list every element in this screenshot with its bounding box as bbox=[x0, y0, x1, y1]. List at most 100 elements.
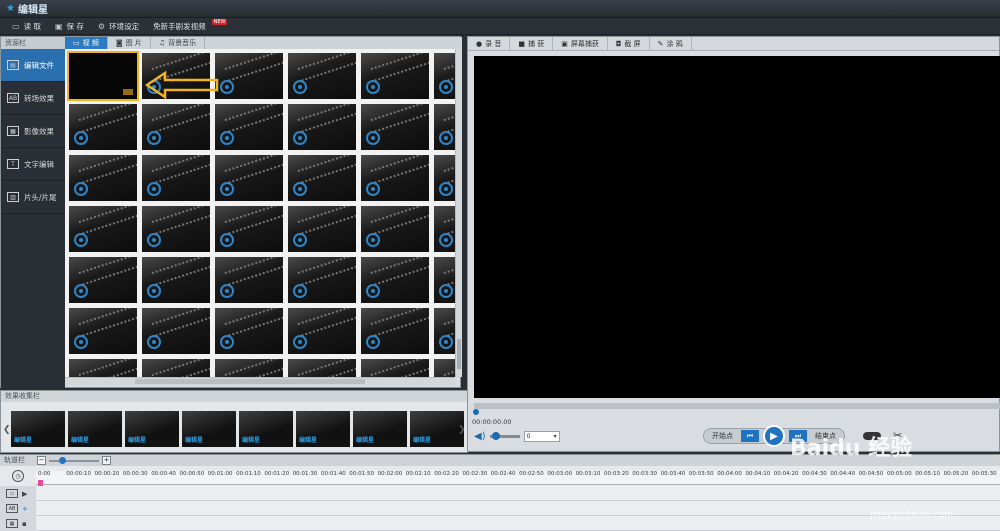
tab-video[interactable]: ▭ 视 频 bbox=[65, 37, 108, 49]
video-thumbnail[interactable] bbox=[361, 359, 429, 377]
video-thumbnail[interactable] bbox=[434, 308, 455, 354]
video-thumbnail[interactable] bbox=[434, 155, 455, 201]
film-strip-icon bbox=[443, 104, 455, 133]
video-thumbnail[interactable] bbox=[142, 206, 210, 252]
video-thumbnail[interactable] bbox=[142, 359, 210, 377]
horizontal-scrollbar[interactable] bbox=[65, 377, 455, 385]
effect-thumbnail[interactable]: 编辑星 bbox=[125, 411, 179, 447]
video-thumbnail[interactable] bbox=[69, 308, 137, 354]
video-thumbnail[interactable] bbox=[142, 257, 210, 303]
skip-back-icon[interactable]: ⏮ bbox=[741, 430, 759, 442]
video-thumbnail[interactable] bbox=[361, 308, 429, 354]
zoom-in-button[interactable]: + bbox=[102, 456, 111, 465]
play-icon[interactable]: ▶ bbox=[763, 425, 785, 447]
effect-thumbnail[interactable]: 编辑星 bbox=[11, 411, 65, 447]
effect-thumbnail[interactable]: 编辑星 bbox=[410, 411, 464, 447]
sidebar-item-intro-outro[interactable]: ▥ 片头/片尾 bbox=[1, 181, 65, 214]
video-thumbnail[interactable] bbox=[288, 104, 356, 150]
video-thumbnail[interactable] bbox=[142, 308, 210, 354]
video-thumbnail[interactable] bbox=[215, 206, 283, 252]
video-thumbnail[interactable] bbox=[361, 155, 429, 201]
video-thumbnail[interactable] bbox=[215, 155, 283, 201]
zoom-slider[interactable] bbox=[49, 456, 99, 464]
sidebar-item-text-edit[interactable]: T 文字编辑 bbox=[1, 148, 65, 181]
video-thumbnail[interactable] bbox=[69, 206, 137, 252]
speaker-icon[interactable]: ◀) bbox=[474, 431, 486, 442]
video-thumbnail[interactable] bbox=[69, 359, 137, 377]
video-thumbnail[interactable] bbox=[288, 155, 356, 201]
expand-icon[interactable]: ▶ bbox=[22, 490, 27, 498]
scroll-thumb[interactable] bbox=[135, 379, 365, 384]
selected-video-thumbnail[interactable] bbox=[67, 51, 139, 101]
menu-save-button[interactable]: ▣ 保 存 bbox=[55, 21, 84, 32]
film-reel-icon bbox=[74, 182, 88, 196]
screen-capture-button[interactable]: ▣ 屏幕捕获 bbox=[553, 36, 608, 51]
menu-open-button[interactable]: ▭ 读 取 bbox=[12, 21, 41, 32]
ruler-tick-label: 00:02:40 bbox=[490, 471, 516, 477]
video-thumbnail[interactable] bbox=[361, 206, 429, 252]
video-thumbnail[interactable] bbox=[69, 155, 137, 201]
video-thumbnail[interactable] bbox=[215, 308, 283, 354]
video-thumbnail[interactable] bbox=[361, 257, 429, 303]
effect-thumbnail[interactable]: 编辑星 bbox=[296, 411, 350, 447]
time-ruler[interactable]: 0:00 00:00:10 00:00:20 00:00:30 00:00:40 00:0… bbox=[36, 471, 1000, 485]
seek-bar[interactable] bbox=[474, 403, 1000, 409]
video-track[interactable] bbox=[37, 486, 1000, 501]
video-thumbnail[interactable] bbox=[434, 257, 455, 303]
scroll-thumb[interactable] bbox=[457, 339, 461, 369]
video-thumbnail[interactable] bbox=[434, 53, 455, 99]
chevron-left-icon[interactable]: ❮ bbox=[3, 425, 11, 435]
doodle-button[interactable]: ✎ 涂 鸦 bbox=[650, 36, 692, 51]
effect-thumbnail[interactable]: 编辑星 bbox=[353, 411, 407, 447]
screenshot-button[interactable]: ◘ 截 屏 bbox=[608, 36, 650, 51]
seek-handle[interactable] bbox=[473, 409, 479, 415]
video-thumbnail[interactable] bbox=[434, 206, 455, 252]
video-thumbnail[interactable] bbox=[215, 104, 283, 150]
ruler-tick-label: 00:04:30 bbox=[802, 471, 827, 477]
video-thumbnail[interactable] bbox=[215, 53, 283, 99]
video-thumbnail[interactable] bbox=[361, 104, 429, 150]
video-thumbnail[interactable] bbox=[69, 104, 137, 150]
video-thumbnail[interactable] bbox=[361, 53, 429, 99]
tab-image[interactable]: ◙ 图 片 bbox=[108, 37, 151, 49]
video-thumbnail[interactable] bbox=[288, 308, 356, 354]
sidebar-item-edit-file[interactable]: ▤ 编辑文件 bbox=[1, 49, 65, 82]
video-preview[interactable] bbox=[474, 56, 1000, 398]
tab-music[interactable]: ♫ 背景音乐 bbox=[151, 37, 206, 49]
menu-tutorial-link[interactable]: 免新手剧发视频 NEW bbox=[153, 19, 228, 32]
video-thumbnail[interactable] bbox=[142, 155, 210, 201]
transition-track[interactable] bbox=[37, 501, 1000, 516]
film-reel-icon bbox=[293, 131, 307, 145]
video-thumbnail[interactable] bbox=[288, 257, 356, 303]
film-strip-icon bbox=[78, 257, 137, 286]
ruler-tick-label: 00:05:20 bbox=[943, 471, 969, 477]
record-audio-button[interactable]: ● 录 音 bbox=[468, 36, 511, 51]
start-point-button[interactable]: 开始点 bbox=[708, 431, 737, 441]
effect-thumbnail[interactable]: 编辑星 bbox=[182, 411, 236, 447]
video-thumbnail[interactable] bbox=[142, 104, 210, 150]
vertical-scrollbar[interactable] bbox=[455, 49, 462, 377]
add-icon[interactable]: + bbox=[22, 505, 28, 513]
menu-settings-button[interactable]: ⚙ 环境设定 bbox=[98, 21, 139, 32]
video-thumbnail[interactable] bbox=[288, 359, 356, 377]
video-thumbnail[interactable] bbox=[434, 104, 455, 150]
video-thumbnail[interactable] bbox=[434, 359, 455, 377]
chevron-right-icon[interactable]: ❯ bbox=[458, 425, 466, 435]
video-thumbnail[interactable] bbox=[215, 257, 283, 303]
video-thumbnail[interactable] bbox=[69, 257, 137, 303]
effect-thumbnail[interactable]: 编辑星 bbox=[68, 411, 122, 447]
sidebar-item-image-effect[interactable]: ▦ 影像效果 bbox=[1, 115, 65, 148]
clip-badge-icon bbox=[123, 89, 133, 95]
volume-slider[interactable] bbox=[489, 432, 520, 440]
capture-button[interactable]: ■ 捕 获 bbox=[510, 36, 554, 51]
clock-icon[interactable]: ◷ bbox=[12, 470, 24, 482]
video-thumbnail[interactable] bbox=[215, 359, 283, 377]
lock-icon[interactable]: ▪ bbox=[22, 520, 27, 528]
zoom-out-button[interactable]: − bbox=[37, 456, 46, 465]
effect-track[interactable] bbox=[37, 516, 1000, 531]
video-thumbnail[interactable] bbox=[288, 53, 356, 99]
effect-thumbnail[interactable]: 编辑星 bbox=[239, 411, 293, 447]
volume-dropdown[interactable]: 0 ▾ bbox=[523, 431, 560, 442]
video-thumbnail[interactable] bbox=[288, 206, 356, 252]
sidebar-item-transition[interactable]: AB 转场效果 bbox=[1, 82, 65, 115]
